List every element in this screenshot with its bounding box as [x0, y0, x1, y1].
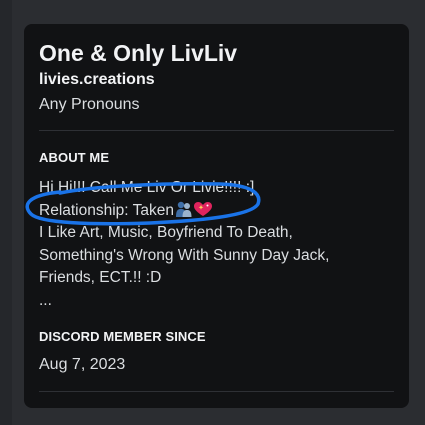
about-me-line: Hi Hi!!! Call Me Liv Or Livie!!!! :]: [39, 179, 255, 196]
member-since-date: Aug 7, 2023: [39, 356, 126, 373]
pronouns: Any Pronouns: [39, 96, 140, 113]
couple-silhouette-icon: [176, 201, 212, 217]
about-me-line: Something's Wrong With Sunny Day Jack,: [39, 246, 330, 264]
page: One & Only LivLiv livies.creations Any P…: [0, 0, 425, 425]
divider: [39, 130, 394, 131]
display-name: One & Only LivLiv: [39, 40, 238, 66]
about-me-line-relationship: Relationship: Taken: [39, 200, 399, 223]
about-me-line: I Like Art, Music, Boyfriend To Death,: [39, 224, 293, 242]
about-me-line: Friends, ECT.!! :D: [39, 269, 162, 287]
about-me-line: ...: [39, 291, 52, 309]
profile-card: One & Only LivLiv livies.creations Any P…: [24, 24, 409, 408]
relationship-text: Relationship: Taken: [39, 201, 174, 219]
about-me-text: Hi Hi!!! Call Me Liv Or Livie!!!! :] Rel…: [39, 177, 399, 313]
divider: [39, 391, 394, 392]
member-since-heading: DISCORD MEMBER SINCE: [39, 329, 206, 344]
username[interactable]: livies.creations: [39, 71, 155, 89]
about-me-heading: ABOUT ME: [39, 150, 110, 165]
left-sidebar-edge: [0, 0, 12, 425]
emoji-group: [174, 200, 214, 218]
